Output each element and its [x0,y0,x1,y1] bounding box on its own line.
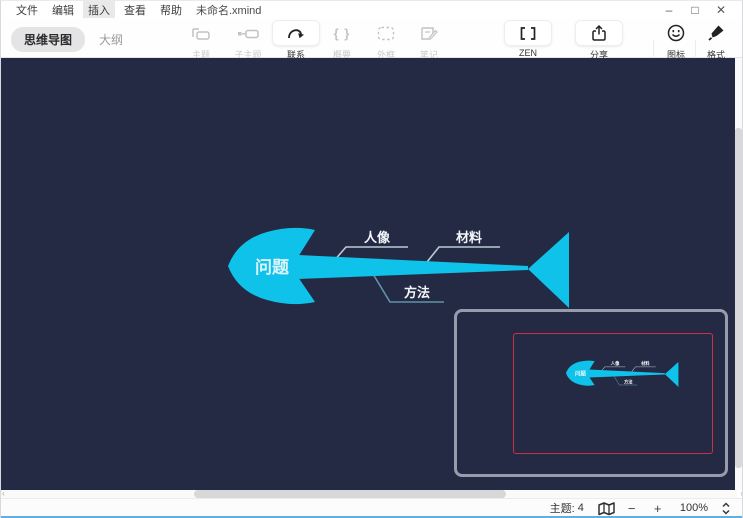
tab-mindmap[interactable]: 思维导图 [11,27,85,52]
subtopic-button[interactable]: 子主题 [225,21,271,61]
close-icon[interactable]: ✕ [708,3,734,17]
zoom-out-button[interactable]: − [628,501,642,516]
document-title: 未命名.xmind [196,2,261,18]
share-button[interactable]: 分享 [576,21,622,61]
vertical-scrollbar-thumb[interactable] [735,128,742,468]
menu-insert[interactable]: 插入 [83,1,115,19]
subtopic-icon [236,25,260,42]
status-bar: 主题: 4 − + 100% [1,498,742,517]
horizontal-scrollbar-thumb[interactable] [194,490,506,498]
branch-label-renxiang[interactable]: 人像 [364,230,391,245]
share-export-icon [589,24,609,42]
menu-bar: 文件 编辑 插入 查看 帮助 未命名.xmind [1,1,742,18]
horizontal-scrollbar[interactable]: ‹ › [1,490,737,498]
zoom-stepper[interactable] [720,501,732,516]
fish-spine [298,255,528,279]
minimap-panel[interactable] [454,309,728,477]
toolbar: 思维导图 大纲 主题 子主题 联系 { } [1,18,742,58]
relationship-button[interactable]: 联系 [273,21,319,61]
note-button[interactable]: 笔记 [406,21,452,61]
zen-brackets-icon [518,25,538,42]
format-brush-icon [706,23,726,43]
branch-line-cailiao [427,247,500,262]
minimap-toggle-button[interactable] [596,501,616,516]
scroll-left-icon[interactable]: ‹ [2,489,5,498]
minimize-icon[interactable]: – [656,3,682,17]
boundary-button[interactable]: 外框 [363,21,409,61]
topic-button[interactable]: 主题 [178,21,224,61]
vertical-scrollbar[interactable] [735,58,742,490]
mindmap-canvas[interactable]: 问题 人像 材料 方法 [1,58,743,490]
dashed-box-icon [376,25,396,42]
window-controls: – □ ✕ [656,1,734,18]
root-topic-label[interactable]: 问题 [255,257,290,277]
note-pencil-icon [419,25,439,42]
branch-label-cailiao[interactable]: 材料 [456,230,482,245]
menu-file[interactable]: 文件 [11,1,43,19]
up-down-chevrons-icon [720,501,732,516]
menu-edit[interactable]: 编辑 [47,1,79,19]
view-tabs: 思维导图 大纲 [11,27,123,52]
format-panel-button[interactable]: 格式 [697,21,735,61]
minimap-fishbone [457,312,725,474]
maximize-icon[interactable]: □ [682,3,708,17]
tab-outline[interactable]: 大纲 [99,31,123,48]
summary-button[interactable]: { } 概要 [319,21,365,61]
fish-tail [528,232,569,308]
branch-label-fangfa[interactable]: 方法 [404,285,430,300]
xmind-window: 文件 编辑 插入 查看 帮助 未命名.xmind – □ ✕ 思维导图 大纲 主… [0,0,743,518]
zoom-level-select[interactable]: 100% [680,502,708,514]
icon-panel-button[interactable]: 图标 [657,21,695,61]
topic-icon [190,25,212,42]
relationship-arrow-icon [285,25,307,42]
braces-icon: { } [334,26,351,41]
smiley-icon [666,23,686,43]
zoom-in-button[interactable]: + [654,501,668,516]
menu-view[interactable]: 查看 [119,1,151,19]
zen-mode-button[interactable]: ZEN [505,21,551,58]
topic-count: 主题: 4 [550,500,584,516]
map-icon [596,501,616,516]
menu-help[interactable]: 帮助 [155,1,187,19]
